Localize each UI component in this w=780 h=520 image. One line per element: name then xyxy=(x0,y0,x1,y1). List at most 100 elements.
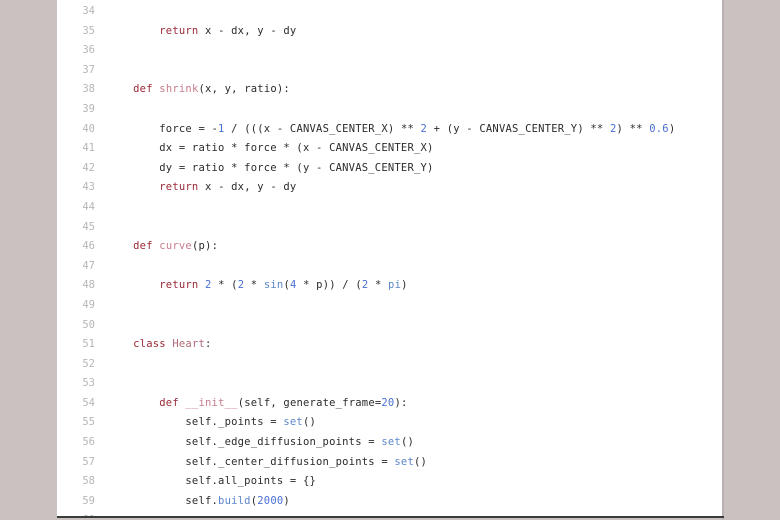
code-token: x - dx, y - dy xyxy=(198,181,297,194)
code-line[interactable]: 34 xyxy=(57,2,722,22)
code-line[interactable]: 47 xyxy=(57,257,722,277)
code-lines-container[interactable]: 34 35 return x - dx, y - dy 36 37 38 def shr… xyxy=(57,0,722,516)
line-number: 34 xyxy=(82,5,95,17)
code-line[interactable]: 53 xyxy=(57,374,722,394)
code-token: () xyxy=(302,416,317,429)
code-token: dy = ratio * force * (y - CANVAS_CENTER_… xyxy=(107,161,434,174)
line-number: 55 xyxy=(82,416,95,429)
left-margin xyxy=(0,0,57,520)
code-token: * xyxy=(368,279,389,292)
line-number: 43 xyxy=(82,181,95,194)
code-line[interactable]: 45 xyxy=(57,218,722,238)
line-number: 58 xyxy=(82,475,95,488)
code-line[interactable]: 42 dy = ratio * force * (y - CANVAS_CENT… xyxy=(57,159,722,179)
code-line[interactable]: 35 return x - dx, y - dy xyxy=(57,22,722,42)
code-token: () xyxy=(414,455,428,468)
code-token: shrink xyxy=(159,83,199,96)
code-text: self.build(2000) xyxy=(107,492,290,512)
code-token: / (((x - CANVAS_CENTER_X) ** xyxy=(224,122,421,135)
line-number: 46 xyxy=(82,240,95,253)
line-number: 40 xyxy=(82,122,95,135)
code-line[interactable]: 44 xyxy=(57,198,722,218)
code-token: Heart xyxy=(172,338,206,351)
code-token: return xyxy=(159,279,199,292)
code-editor-pane[interactable]: 34 35 return x - dx, y - dy 36 37 38 def shr… xyxy=(57,0,722,516)
code-line[interactable]: 38 def shrink(x, y, ratio): xyxy=(57,80,722,100)
line-number: 48 xyxy=(82,279,95,292)
code-line[interactable]: 58 self.all_points = {} xyxy=(57,472,722,492)
line-number: 52 xyxy=(82,357,95,370)
code-token: : xyxy=(205,338,212,351)
code-text: dy = ratio * force * (y - CANVAS_CENTER_… xyxy=(107,159,434,179)
bottom-rule xyxy=(57,516,724,518)
code-line[interactable]: 40 force = -1 / (((x - CANVAS_CENTER_X) … xyxy=(57,120,722,140)
code-line[interactable]: 54 def __init__(self, generate_frame=20)… xyxy=(57,394,722,414)
code-line[interactable]: 56 self._edge_diffusion_points = set() xyxy=(57,433,722,453)
code-text: def shrink(x, y, ratio): xyxy=(107,80,290,100)
code-token: class xyxy=(133,338,166,351)
line-number: 47 xyxy=(82,259,95,272)
line-number: 53 xyxy=(82,377,95,390)
code-text: self.all_points = {} xyxy=(107,472,316,492)
line-number: 54 xyxy=(82,396,95,409)
line-number: 45 xyxy=(82,220,95,233)
code-token: ) xyxy=(283,494,290,507)
code-token: ) xyxy=(668,122,676,135)
code-line[interactable]: 39 xyxy=(57,100,722,120)
line-number: 49 xyxy=(82,298,95,311)
code-line[interactable]: 52 xyxy=(57,355,722,375)
code-line[interactable]: 55 self._points = set() xyxy=(57,413,722,433)
line-number: 50 xyxy=(82,318,95,331)
code-token: self._points = xyxy=(107,416,284,429)
code-token: (self, generate_frame= xyxy=(237,396,382,409)
code-line[interactable]: 48 return 2 * (2 * sin(4 * p)) / (2 * pi… xyxy=(57,276,722,296)
line-number: 39 xyxy=(82,102,95,115)
code-line[interactable]: 36 xyxy=(57,41,722,61)
code-token: build xyxy=(218,494,251,507)
code-token: def xyxy=(133,240,153,253)
code-line[interactable]: 51 class Heart: xyxy=(57,335,722,355)
code-line[interactable]: 43 return x - dx, y - dy xyxy=(57,178,722,198)
code-token: (x, y, ratio): xyxy=(198,83,290,96)
line-number: 59 xyxy=(82,494,95,507)
code-text: class Heart: xyxy=(107,335,212,355)
code-text: force = -1 / (((x - CANVAS_CENTER_X) ** … xyxy=(107,120,675,140)
code-token: ): xyxy=(394,396,408,409)
code-token: __init__ xyxy=(185,396,238,409)
code-token: + (y - CANVAS_CENTER_Y) ** xyxy=(427,122,610,135)
code-token: sin xyxy=(263,279,284,292)
code-token: ) ** xyxy=(616,122,650,135)
code-text: self._edge_diffusion_points = set() xyxy=(107,433,414,453)
code-text: dx = ratio * force * (x - CANVAS_CENTER_… xyxy=(107,139,434,159)
code-line[interactable]: 57 self._center_diffusion_points = set() xyxy=(57,453,722,473)
code-token: force = - xyxy=(107,122,219,135)
code-line[interactable]: 41 dx = ratio * force * (x - CANVAS_CENT… xyxy=(57,139,722,159)
code-token: * p)) / ( xyxy=(296,279,362,292)
code-line[interactable]: 49 xyxy=(57,296,722,316)
code-token: * ( xyxy=(211,279,238,292)
code-token: set xyxy=(381,436,401,449)
code-line[interactable]: 59 self.build(2000) xyxy=(57,492,722,512)
code-token: def xyxy=(159,396,179,409)
line-number: 57 xyxy=(82,455,95,468)
code-text: def curve(p): xyxy=(107,237,218,257)
code-line[interactable]: 50 xyxy=(57,316,722,336)
line-number: 56 xyxy=(82,436,95,449)
pane-divider xyxy=(722,0,724,520)
code-token: ) xyxy=(401,279,408,292)
code-text: return x - dx, y - dy xyxy=(107,22,296,42)
line-number: 51 xyxy=(82,338,95,351)
code-token: self._edge_diffusion_points = xyxy=(107,436,382,449)
line-number: 37 xyxy=(82,63,95,76)
code-line[interactable]: 46 def curve(p): xyxy=(57,237,722,257)
code-token: def xyxy=(133,83,153,96)
code-token: set xyxy=(283,416,303,429)
code-token: return xyxy=(159,181,199,194)
code-text: def __init__(self, generate_frame=20): xyxy=(107,394,408,414)
code-line[interactable]: 37 xyxy=(57,61,722,81)
